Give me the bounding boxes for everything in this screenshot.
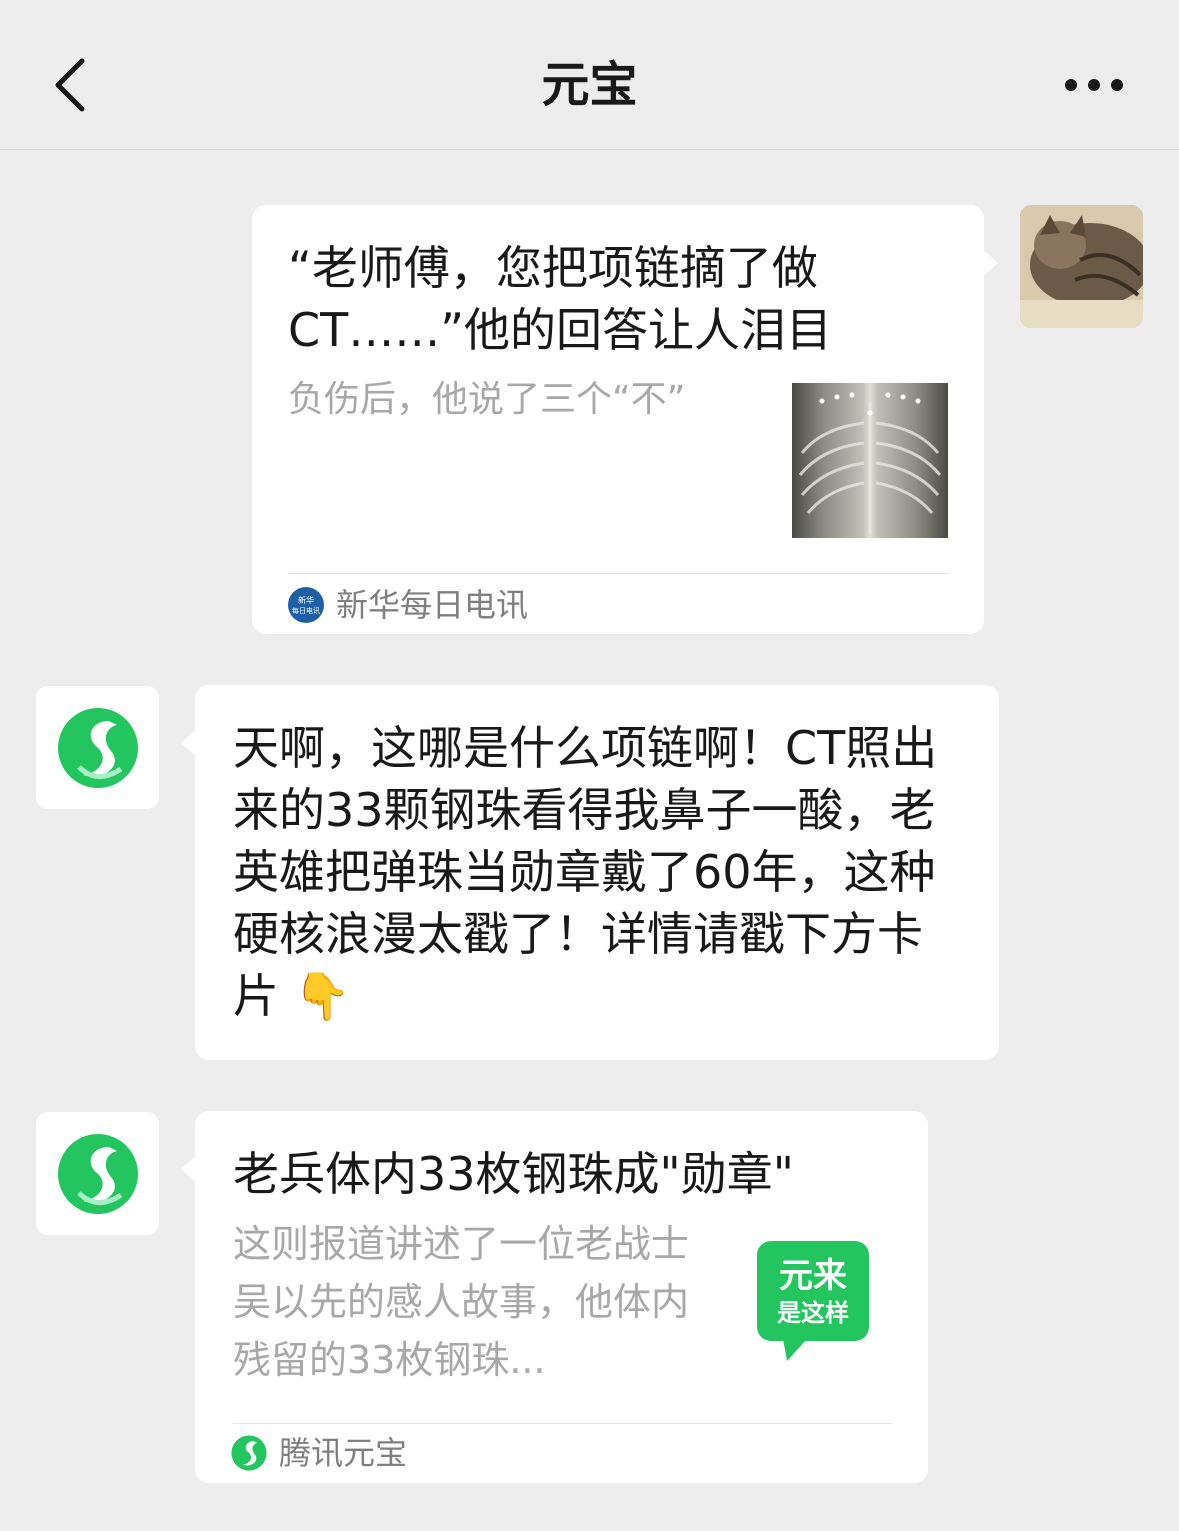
svg-text:每日电讯: 每日电讯: [292, 606, 320, 615]
source-name: 新华每日电讯: [336, 586, 529, 624]
page-title: 元宝: [541, 57, 638, 113]
article-thumbnail: [792, 383, 948, 538]
user-avatar[interactable]: [1020, 205, 1143, 328]
more-button[interactable]: [1059, 60, 1129, 110]
xinhua-logo-icon: 新华 每日电讯: [288, 587, 324, 623]
bot-reply-bubble[interactable]: 天啊，这哪是什么项链啊！CT照出来的33颗钢珠看得我鼻子一酸，老英雄把弹珠当勋章…: [181, 685, 999, 1060]
article-headline: “老师傅，您把项链摘了做CT……”他的回答让人泪目: [288, 241, 833, 357]
svg-text:新华: 新华: [298, 595, 314, 605]
article-description: 负伤后，他说了三个“不”: [288, 379, 686, 420]
card-description: 这则报道讲述了一位老战士吴以先的感人故事，他体内残留的33枚钢珠...: [233, 1222, 690, 1382]
bot-avatar[interactable]: [36, 686, 159, 809]
bubble-tail: [181, 1155, 197, 1183]
tile-line2: 是这样: [777, 1299, 849, 1327]
card-title: 老兵体内33枚钢珠成"勋章": [233, 1147, 794, 1201]
tile-line1: 元来: [779, 1256, 847, 1296]
bubble-tail: [982, 249, 998, 277]
xray-image-icon: [798, 392, 942, 533]
bubble-tail: [181, 729, 197, 757]
pointing-down-emoji-icon: 👇: [293, 969, 351, 1023]
yuanbao-logo-icon: [57, 707, 138, 788]
bot-avatar[interactable]: [36, 1112, 159, 1235]
more-dots-icon: [1065, 79, 1123, 91]
yuanbao-logo-icon: [57, 1133, 138, 1214]
bot-reply-text: 天啊，这哪是什么项链啊！CT照出来的33颗钢珠看得我鼻子一酸，老英雄把弹珠当勋章…: [233, 717, 965, 1027]
nav-bar: 元宝: [0, 0, 1179, 150]
yuanlai-brand-tile: 元来 是这样: [757, 1241, 869, 1361]
bot-article-card[interactable]: 老兵体内33枚钢珠成"勋章" 这则报道讲述了一位老战士吴以先的感人故事，他体内残…: [181, 1111, 928, 1483]
speech-bubble-icon: 元来 是这样: [757, 1241, 869, 1361]
card-source: 腾讯元宝: [231, 1433, 407, 1473]
shared-article-card[interactable]: “老师傅，您把项链摘了做CT……”他的回答让人泪目 负伤后，他说了三个“不” 新…: [252, 205, 998, 634]
article-source: 新华 每日电讯 新华每日电讯: [288, 585, 528, 625]
card-divider: [233, 1423, 892, 1424]
cat-photo-icon: [1020, 205, 1143, 328]
yuanbao-small-logo-icon: [231, 1435, 267, 1471]
source-name: 腾讯元宝: [279, 1434, 408, 1472]
card-divider: [288, 573, 948, 574]
